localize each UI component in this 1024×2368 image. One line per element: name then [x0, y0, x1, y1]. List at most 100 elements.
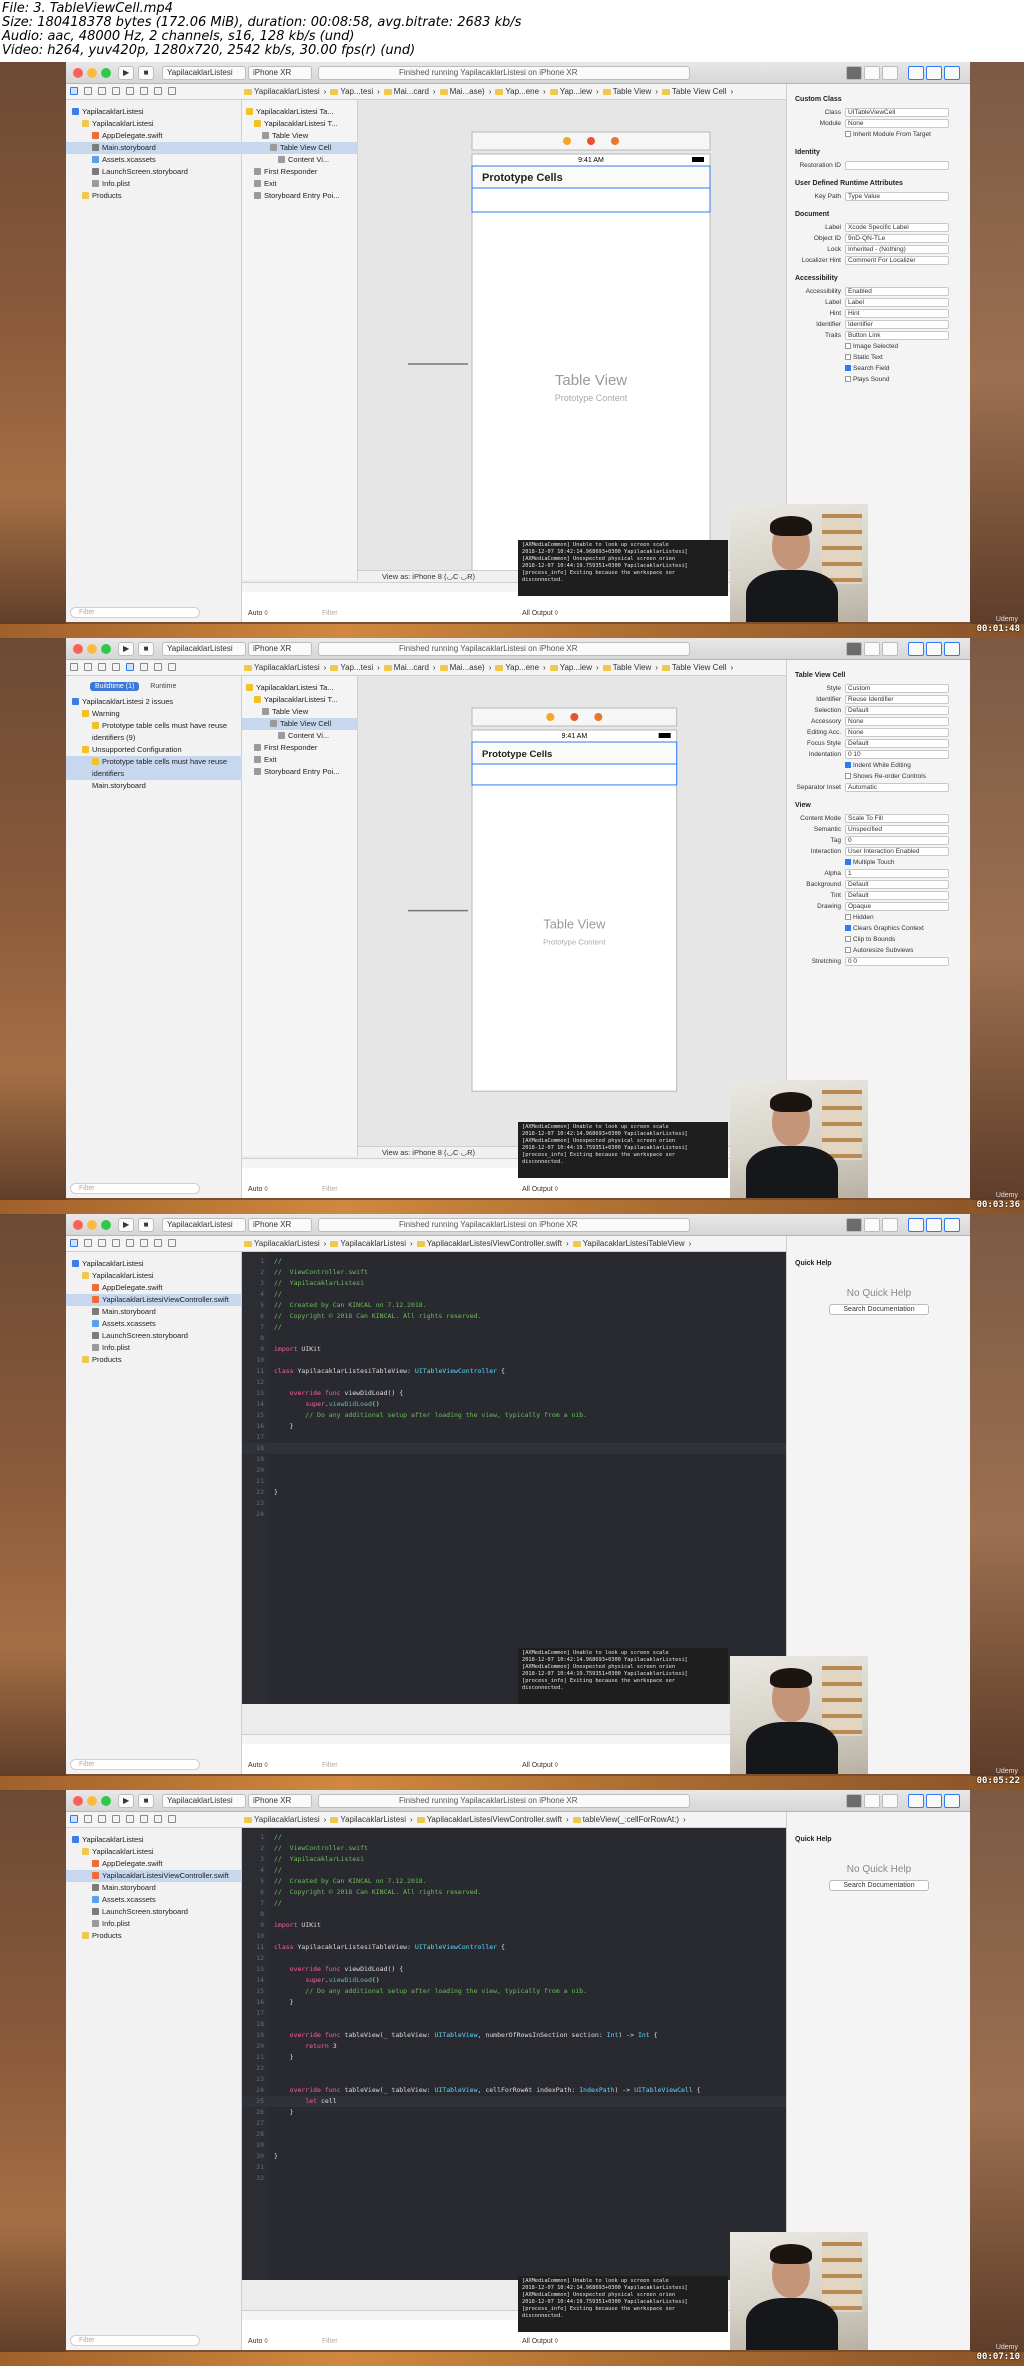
device-selector[interactable]: iPhone XR	[248, 66, 312, 80]
inspector-field[interactable]: Reuse Identifier	[845, 695, 949, 704]
debug-toggle-button[interactable]	[926, 66, 942, 80]
navigator-tab-icon[interactable]	[70, 87, 78, 95]
breadcrumb-item[interactable]: YapilacaklarListesiViewController.swift	[427, 1815, 562, 1824]
checkbox[interactable]	[845, 354, 851, 360]
breadcrumb-item[interactable]: Yap...ene	[505, 663, 539, 672]
tree-item[interactable]: YapilacaklarListesiViewController.swift	[66, 1870, 242, 1882]
code-line[interactable]: 8	[242, 1909, 786, 1920]
code-line[interactable]: 18	[242, 2019, 786, 2030]
breadcrumb-item[interactable]: YapilacaklarListesi	[254, 663, 320, 672]
navigator-filter-input[interactable]: Filter	[70, 2335, 200, 2346]
navigator-tab-icon[interactable]	[98, 1815, 106, 1823]
variables-scope-selector[interactable]: Auto ◊	[248, 610, 268, 617]
inspector-toggle-button[interactable]	[944, 1794, 960, 1808]
navigator-tab-icon[interactable]	[168, 87, 176, 95]
zoom-button[interactable]	[101, 1796, 111, 1806]
editor-assistant-button[interactable]	[864, 642, 880, 656]
tree-item[interactable]: YapilacaklarListesi	[66, 1834, 242, 1846]
navigator-tab-icon[interactable]	[70, 663, 78, 671]
tree-item[interactable]: Assets.xcassets	[66, 154, 242, 166]
inspector-field[interactable]: Opaque	[845, 902, 949, 911]
outline-item[interactable]: Storyboard Entry Poi...	[242, 766, 358, 778]
code-line[interactable]: 22}	[242, 1487, 786, 1498]
editor-standard-button[interactable]	[846, 642, 862, 656]
inspector-field[interactable]: Button Link	[845, 331, 949, 340]
navigator-toggle-button[interactable]	[908, 1794, 924, 1808]
device-selector[interactable]: iPhone XR	[248, 1218, 312, 1232]
minimize-button[interactable]	[87, 1220, 97, 1230]
checkbox[interactable]	[845, 947, 851, 953]
scheme-selector[interactable]: YapilacaklarListesi	[162, 66, 246, 80]
zoom-button[interactable]	[101, 1220, 111, 1230]
source-editor[interactable]: 1 // 2 // ViewController.swift 3 // Yapilacak…	[242, 1252, 786, 1704]
minimize-button[interactable]	[87, 68, 97, 78]
first-responder-icon[interactable]	[570, 713, 579, 721]
navigator-tab-icon[interactable]	[140, 87, 148, 95]
navigator-filter-input[interactable]: Filter	[70, 607, 200, 618]
tree-item[interactable]: Main.storyboard	[66, 1306, 242, 1318]
editor-assistant-button[interactable]	[864, 1218, 880, 1232]
checkbox[interactable]	[845, 859, 851, 865]
stop-icon[interactable]: ■	[138, 1794, 154, 1808]
code-line[interactable]: 23	[242, 1498, 786, 1509]
navigator-filter-input[interactable]: Filter	[70, 1759, 200, 1770]
navigator-tab-icon[interactable]	[84, 663, 92, 671]
code-line[interactable]: 16 }	[242, 1421, 786, 1432]
minimize-button[interactable]	[87, 644, 97, 654]
code-line[interactable]: 3 // YapilacaklarListesi	[242, 1854, 786, 1865]
breadcrumb-item[interactable]: YapilacaklarListesi	[340, 1815, 406, 1824]
breadcrumb-item[interactable]: YapilacaklarListesiViewController.swift	[427, 1239, 562, 1248]
zoom-button[interactable]	[101, 68, 111, 78]
navigator-tab-icon[interactable]	[84, 87, 92, 95]
code-line[interactable]: 24 override func tableView(_ tableView: …	[242, 2085, 786, 2096]
code-line[interactable]: 11 class YapilacaklarListesiTableView: UI…	[242, 1366, 786, 1377]
breadcrumb-item[interactable]: Yap...tesi	[340, 87, 373, 96]
tree-item[interactable]: Products	[66, 190, 242, 202]
view-controller-icon[interactable]	[563, 137, 571, 145]
stop-icon[interactable]: ■	[138, 642, 154, 656]
code-line[interactable]: 21 }	[242, 2052, 786, 2063]
variables-scope-selector[interactable]: Auto ◊	[248, 2338, 268, 2345]
search-documentation-button[interactable]: Search Documentation	[829, 1880, 929, 1891]
code-line[interactable]: 15 // Do any additional setup after load…	[242, 1986, 786, 1997]
navigator-tab-icon[interactable]	[168, 663, 176, 671]
code-line[interactable]: 10	[242, 1355, 786, 1366]
issue-tab[interactable]: Runtime	[145, 682, 181, 691]
code-line[interactable]: 14 super.viewDidLoad()	[242, 1975, 786, 1986]
inspector-field[interactable]: Default	[845, 880, 949, 889]
breadcrumb-item[interactable]: Mai...card	[394, 663, 429, 672]
scheme-selector[interactable]: YapilacaklarListesi	[162, 1218, 246, 1232]
outline-item[interactable]: YapilacaklarListesi T...	[242, 694, 358, 706]
breadcrumb-item[interactable]: Yap...iew	[560, 87, 592, 96]
storyboard-canvas[interactable]: 9:41 AM Prototype Cells Table View Prototyp…	[358, 100, 786, 575]
inspector-field[interactable]: User Interaction Enabled	[845, 847, 949, 856]
inspector-toggle-button[interactable]	[944, 66, 960, 80]
navigator-tab-icon[interactable]	[112, 663, 120, 671]
navigator-toggle-button[interactable]	[908, 1218, 924, 1232]
breadcrumb-item[interactable]: Table View	[613, 87, 652, 96]
navigator-tab-icon[interactable]	[84, 1239, 92, 1247]
breadcrumb-item[interactable]: tableView(_:cellForRowAt:)	[583, 1815, 679, 1824]
tree-item[interactable]: Main.storyboard	[66, 1882, 242, 1894]
inspector-field[interactable]: Unspecified	[845, 825, 949, 834]
navigator-tab-icon[interactable]	[70, 1815, 78, 1823]
code-line[interactable]: 11 class YapilacaklarListesiTableView: UI…	[242, 1942, 786, 1953]
navigator-tab-icon[interactable]	[168, 1239, 176, 1247]
inspector-toggle-button[interactable]	[944, 1218, 960, 1232]
outline-item[interactable]: Table View Cell	[242, 142, 358, 154]
tree-item[interactable]: Assets.xcassets	[66, 1894, 242, 1906]
navigator-tab-icon[interactable]	[154, 1815, 162, 1823]
tree-item[interactable]: Unsupported Configuration	[66, 744, 242, 756]
navigator-tab-icon[interactable]	[126, 1815, 134, 1823]
code-line[interactable]: 8	[242, 1333, 786, 1344]
run-icon[interactable]: ▶	[118, 1794, 134, 1808]
code-line[interactable]: 10	[242, 1931, 786, 1942]
breadcrumb-item[interactable]: YapilacaklarListesi	[254, 1239, 320, 1248]
inspector-field[interactable]: Enabled	[845, 287, 949, 296]
tree-item[interactable]: Main.storyboard	[66, 142, 242, 154]
code-line[interactable]: 17	[242, 1432, 786, 1443]
code-line[interactable]: 30}	[242, 2151, 786, 2162]
inspector-field[interactable]: Default	[845, 739, 949, 748]
code-line[interactable]: 28	[242, 2129, 786, 2140]
device-selector[interactable]: iPhone XR	[248, 642, 312, 656]
